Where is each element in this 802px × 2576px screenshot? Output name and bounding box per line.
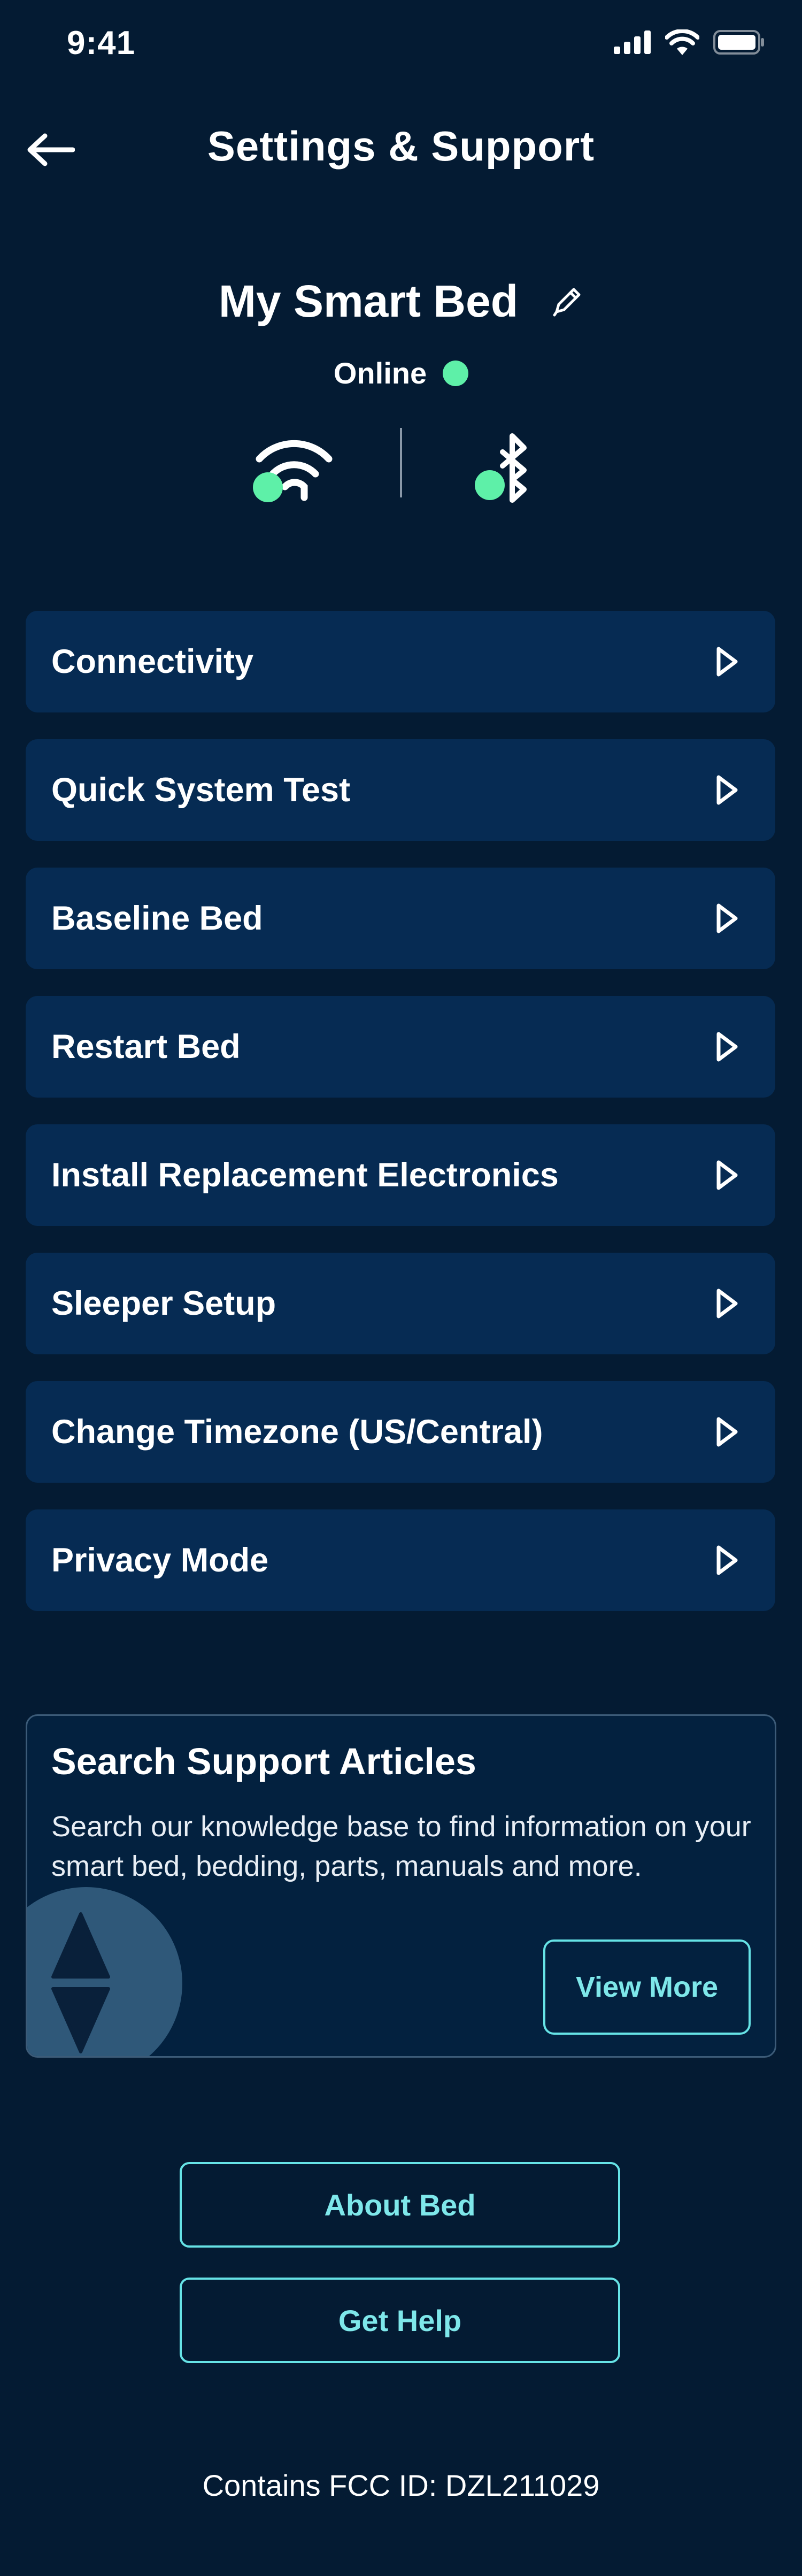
about-bed-button[interactable]: About Bed <box>180 2162 620 2248</box>
support-card: Search Support Articles Search our knowl… <box>26 1714 776 2058</box>
scroll-arrows-icon <box>51 1912 110 2053</box>
chevron-right-icon <box>716 1289 738 1318</box>
online-indicator <box>443 360 469 386</box>
support-description: Search our knowledge base to find inform… <box>51 1811 751 1882</box>
get-help-button[interactable]: Get Help <box>180 2278 620 2363</box>
chevron-right-icon <box>716 647 738 677</box>
view-more-button[interactable]: View More <box>543 1939 751 2035</box>
menu-item-label: Restart Bed <box>51 1028 241 1065</box>
chevron-right-icon <box>716 775 738 805</box>
chevron-right-icon <box>716 903 738 933</box>
menu-item-label: Quick System Test <box>51 771 351 809</box>
bed-status: Online <box>0 356 802 390</box>
chevron-right-icon <box>716 1032 738 1062</box>
pencil-icon <box>553 288 581 316</box>
menu-item-label: Privacy Mode <box>51 1542 269 1579</box>
chevron-right-icon <box>716 1545 738 1575</box>
menu-item-restart-bed[interactable]: Restart Bed <box>26 996 775 1098</box>
menu-item-baseline-bed[interactable]: Baseline Bed <box>26 868 775 969</box>
menu-item-install-replacement-electronics[interactable]: Install Replacement Electronics <box>26 1124 775 1226</box>
fcc-id-text: Contains FCC ID: DZL211029 <box>202 2468 600 2502</box>
menu-item-label: Baseline Bed <box>51 900 263 937</box>
battery-icon <box>713 30 764 55</box>
support-title: Search Support Articles <box>51 1741 476 1782</box>
bed-name-row: My Smart Bed <box>0 275 802 327</box>
menu-item-sleeper-setup[interactable]: Sleeper Setup <box>26 1253 775 1354</box>
menu-item-quick-system-test[interactable]: Quick System Test <box>26 739 775 841</box>
page-title: Settings & Support <box>207 122 595 170</box>
menu-item-privacy-mode[interactable]: Privacy Mode <box>26 1509 775 1611</box>
wifi-connection-icon <box>253 440 333 502</box>
menu-item-label: Install Replacement Electronics <box>51 1156 559 1194</box>
chevron-right-icon <box>716 1417 738 1447</box>
wifi-icon <box>665 29 699 55</box>
scroll-circle[interactable] <box>27 1887 182 2056</box>
menu-item-change-timezone[interactable]: Change Timezone (US/Central) <box>26 1381 775 1483</box>
cellular-signal-icon <box>614 30 651 54</box>
status-time: 9:41 <box>67 25 136 62</box>
connection-divider <box>400 428 402 497</box>
edit-name-button[interactable] <box>550 285 583 318</box>
menu-item-connectivity[interactable]: Connectivity <box>26 611 775 712</box>
menu-item-label: Sleeper Setup <box>51 1285 276 1322</box>
menu-item-label: Connectivity <box>51 643 254 680</box>
bed-status-label: Online <box>333 356 427 390</box>
chevron-right-icon <box>716 1160 738 1190</box>
menu-item-label: Change Timezone (US/Central) <box>51 1413 543 1451</box>
status-icons <box>614 29 765 55</box>
bed-name: My Smart Bed <box>218 276 519 326</box>
bluetooth-icon <box>475 433 527 503</box>
